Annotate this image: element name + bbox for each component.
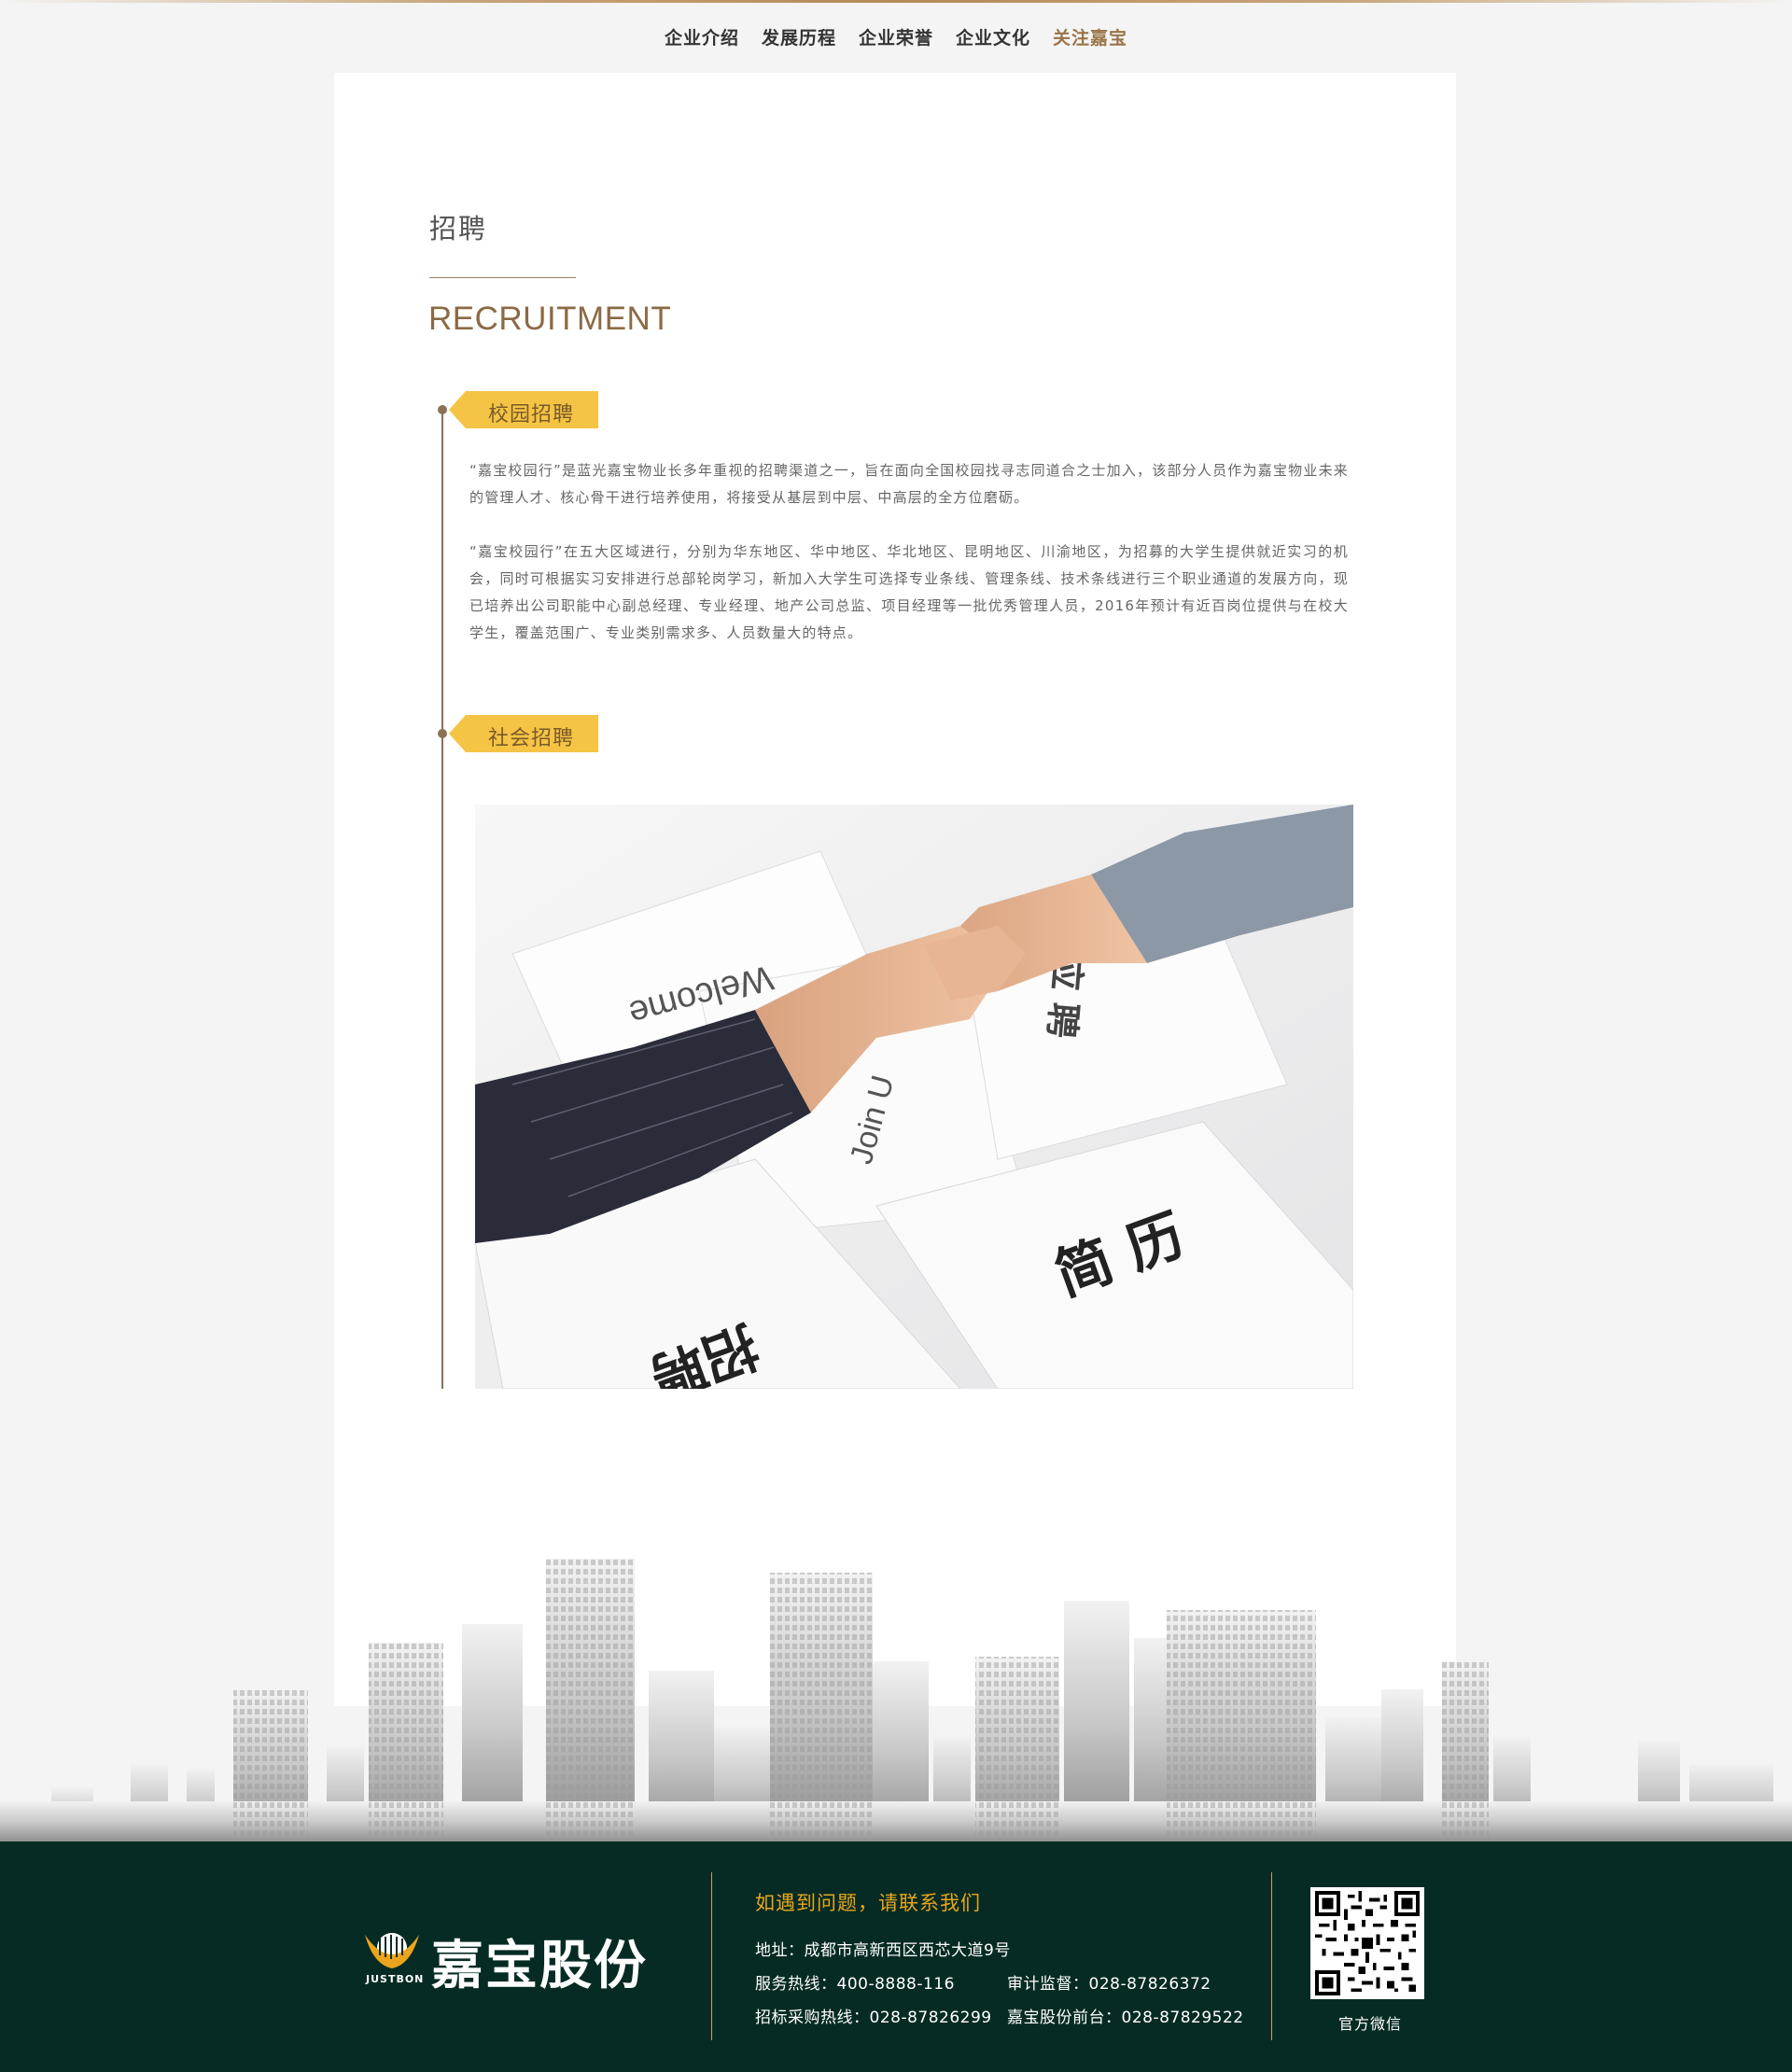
social-recruitment-label: 社会招聘 <box>488 727 575 750</box>
campus-recruitment-label: 校园招聘 <box>488 403 575 427</box>
campus-recruitment-tag: 校园招聘 <box>449 391 598 428</box>
page-subtitle-en: RECRUITMENT <box>428 301 672 337</box>
timeline-dot-social <box>438 729 447 738</box>
contact-service-hotline: 服务热线：400-8888-116 <box>755 1975 955 1994</box>
social-recruitment-tag: 社会招聘 <box>449 715 598 752</box>
contact-bidding-hotline: 招标采购热线：028-87826299 <box>755 2009 992 2027</box>
contact-front-desk: 嘉宝股份前台：028-87829522 <box>1007 2009 1244 2027</box>
footer-divider-right <box>1271 1872 1272 2040</box>
contact-audit: 审计监督：028-87826372 <box>1007 1975 1211 1994</box>
title-divider <box>429 277 576 278</box>
nav-item-culture[interactable]: 企业文化 <box>956 24 1030 49</box>
handshake-photo: Welcome Join U 简 历 招聘 应 聘 <box>475 805 1353 1389</box>
contact-address: 地址：成都市高新西区西芯大道9号 <box>755 1941 1011 1960</box>
contact-title: 如遇到问题，请联系我们 <box>755 1892 981 1914</box>
footer-divider-left <box>711 1872 712 2040</box>
timeline-dot-campus <box>438 405 447 414</box>
city-skyline-illustration <box>0 1549 1792 1843</box>
page-title: 招聘 <box>429 213 488 245</box>
timeline-line <box>441 406 443 1389</box>
nav-item-honors[interactable]: 企业荣誉 <box>859 24 933 49</box>
campus-paragraph-1: “嘉宝校园行”是蓝光嘉宝物业长多年重视的招聘渠道之一，旨在面向全国校园找寻志同道… <box>469 462 1349 506</box>
qr-label: 官方微信 <box>1338 2015 1403 2033</box>
logo-subtext: JUSTBON <box>366 1973 425 1985</box>
wechat-qr-code[interactable] <box>1310 1887 1424 1999</box>
campus-paragraph-2: “嘉宝校园行”在五大区域进行，分别为华东地区、华中地区、华北地区、昆明地区、川渝… <box>469 543 1349 641</box>
nav-item-company-intro[interactable]: 企业介绍 <box>665 24 739 49</box>
jiabao-logo-icon <box>359 1929 425 1978</box>
nav-item-follow-jiabao[interactable]: 关注嘉宝 <box>1053 24 1127 49</box>
top-nav: 企业介绍 发展历程 企业荣誉 企业文化 关注嘉宝 <box>0 24 1792 49</box>
nav-item-history[interactable]: 发展历程 <box>762 24 836 49</box>
top-accent-line <box>0 0 1792 3</box>
logo-text: 嘉宝股份 <box>431 1936 648 1996</box>
